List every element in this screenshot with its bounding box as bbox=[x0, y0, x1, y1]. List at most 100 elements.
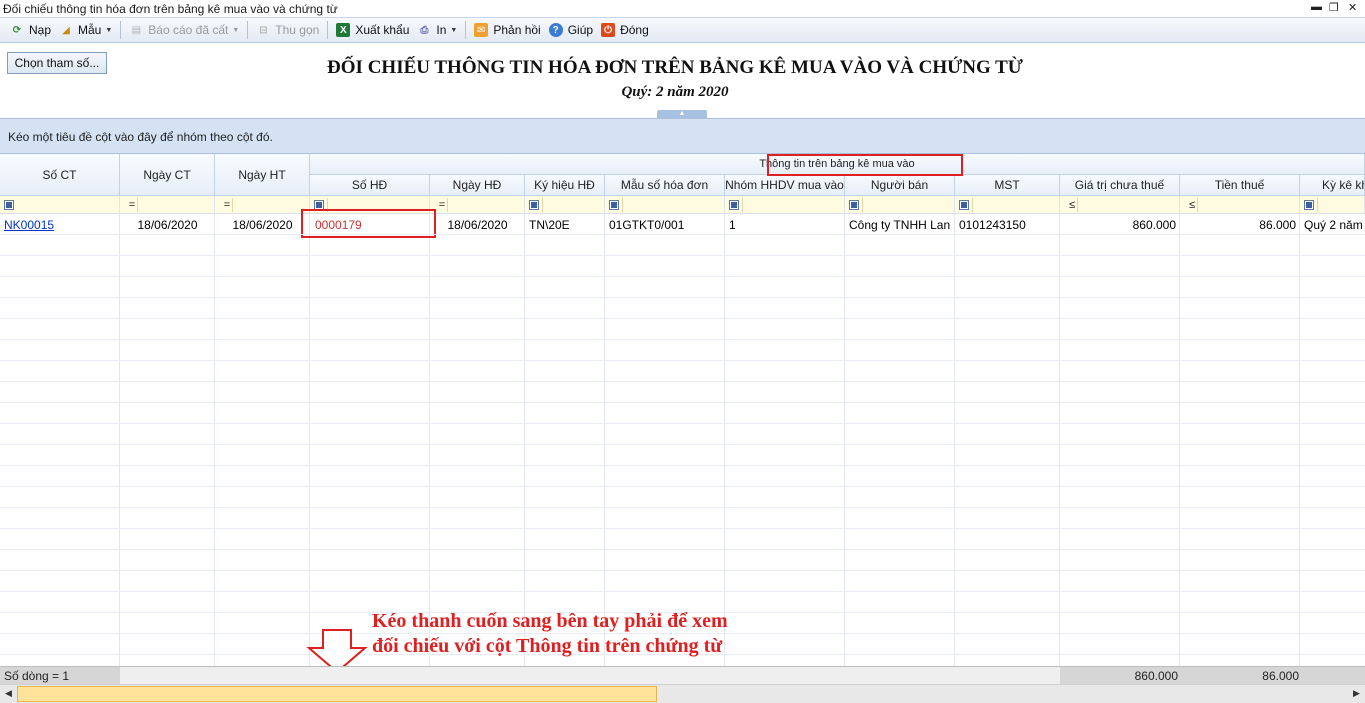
filter-mst[interactable] bbox=[955, 196, 1060, 214]
window-close-icon[interactable]: ✕ bbox=[1348, 1, 1357, 14]
filter-tien-thue[interactable]: ≤ bbox=[1180, 196, 1300, 214]
grid-row-line bbox=[0, 255, 1365, 256]
export-label: Xuất khẩu bbox=[355, 23, 410, 37]
collapse-label: Thu gọn bbox=[275, 23, 320, 37]
filter-divider bbox=[447, 198, 448, 212]
group-by-panel[interactable]: Kéo một tiêu đề cột vào đây để nhóm theo… bbox=[0, 118, 1365, 154]
col-header-so-hd[interactable]: Số HĐ bbox=[310, 175, 430, 196]
help-button[interactable]: ? Giúp bbox=[545, 20, 597, 40]
grid-col-line bbox=[1299, 214, 1300, 666]
help-label: Giúp bbox=[567, 23, 594, 37]
filter-divider bbox=[137, 198, 138, 212]
highlight-band-header bbox=[767, 154, 963, 176]
filter-box-icon bbox=[1304, 200, 1314, 210]
filter-ngay-ht[interactable]: = bbox=[215, 196, 310, 214]
col-header-ngay-ct[interactable]: Ngày CT bbox=[120, 154, 215, 196]
grid-row-line bbox=[0, 465, 1365, 466]
grid-row-line bbox=[0, 549, 1365, 550]
cell-nhom-hhdv: 1 bbox=[729, 217, 736, 232]
summary-footer: Số dòng = 1 860.000 86.000 bbox=[0, 666, 1365, 685]
template-button[interactable]: ◢ Mẫu ▼ bbox=[55, 20, 116, 40]
scroll-left-icon[interactable]: ◀ bbox=[5, 688, 12, 699]
data-grid: Số CT Ngày CT Ngày HT Thông tin trên bản… bbox=[0, 154, 1365, 666]
cell-ngay-hd: 18/06/2020 bbox=[447, 217, 508, 232]
col-header-ky-hieu-hd[interactable]: Ký hiệu HĐ bbox=[525, 175, 605, 196]
template-icon: ◢ bbox=[62, 24, 70, 36]
grid-row-line bbox=[0, 339, 1365, 340]
col-header-mau-so[interactable]: Mẫu số hóa đơn bbox=[605, 175, 725, 196]
toolbar-separator bbox=[327, 21, 329, 39]
col-header-ngay-ht[interactable]: Ngày HT bbox=[215, 154, 310, 196]
saved-report-button[interactable]: ▤ Báo cáo đã cất ▼ bbox=[125, 20, 243, 40]
grid-row-line bbox=[0, 423, 1365, 424]
grid-body: NK00015 18/06/2020 18/06/2020 0000179 18… bbox=[0, 209, 1365, 666]
reload-button[interactable]: ⟳ Nạp bbox=[6, 20, 55, 40]
filter-divider bbox=[1077, 198, 1078, 212]
cell-ky-hieu-hd: TN\20E bbox=[529, 217, 570, 232]
filter-ngay-ct[interactable]: = bbox=[120, 196, 215, 214]
col-header-so-ct[interactable]: Số CT bbox=[0, 154, 120, 196]
filter-divider bbox=[972, 198, 973, 212]
close-button[interactable]: ⏻ Đóng bbox=[597, 20, 653, 40]
filter-box-icon bbox=[529, 200, 539, 210]
col-header-nguoi-ban[interactable]: Người bán bbox=[845, 175, 955, 196]
grid-row-line bbox=[0, 318, 1365, 319]
filter-divider bbox=[542, 198, 543, 212]
grid-row-line bbox=[0, 528, 1365, 529]
cell-gia-tri: 860.000 bbox=[1132, 217, 1176, 232]
close-icon: ⏻ bbox=[601, 23, 616, 37]
col-header-ky-ke-khai[interactable]: Kỳ kê kh bbox=[1300, 175, 1365, 196]
table-row[interactable]: NK00015 18/06/2020 18/06/2020 0000179 18… bbox=[0, 214, 1365, 235]
cell-mau-so: 01GTKT0/001 bbox=[609, 217, 685, 232]
filter-ngay-hd[interactable]: = bbox=[430, 196, 525, 214]
filter-mau-so[interactable] bbox=[605, 196, 725, 214]
grid-col-line bbox=[214, 214, 215, 666]
filter-gia-tri[interactable]: ≤ bbox=[1060, 196, 1180, 214]
filter-so-ct[interactable] bbox=[0, 196, 120, 214]
reload-label: Nạp bbox=[29, 23, 52, 37]
mail-icon: ✉ bbox=[474, 23, 489, 37]
filter-box-icon bbox=[959, 200, 969, 210]
template-label: Mẫu bbox=[78, 23, 102, 37]
collapse-button[interactable]: ⊟ Thu gọn bbox=[252, 20, 323, 40]
grid-col-line bbox=[954, 214, 955, 666]
cell-nguoi-ban: Công ty TNHH Lan bbox=[849, 217, 951, 232]
print-label: In bbox=[436, 23, 447, 37]
cell-tien-thue: 86.000 bbox=[1259, 217, 1296, 232]
horizontal-scrollbar[interactable]: ◀ ▶ bbox=[0, 684, 1365, 703]
cell-so-ct[interactable]: NK00015 bbox=[0, 214, 120, 235]
grid-col-line bbox=[309, 214, 310, 666]
voucher-link[interactable]: NK00015 bbox=[4, 218, 54, 232]
collapse-header-toggle[interactable]: ▲ bbox=[657, 110, 707, 118]
col-header-mst[interactable]: MST bbox=[955, 175, 1060, 196]
scrollbar-thumb[interactable] bbox=[17, 686, 657, 702]
grid-row-line bbox=[0, 486, 1365, 487]
window-title: Đối chiếu thông tin hóa đơn trên bảng kê… bbox=[3, 1, 338, 16]
col-header-tien-thue[interactable]: Tiền thuế bbox=[1180, 175, 1300, 196]
grid-col-line bbox=[844, 214, 845, 666]
grid-col-line bbox=[524, 214, 525, 666]
report-subtitle: Quý: 2 năm 2020 bbox=[621, 84, 729, 100]
cell-ngay-ct: 18/06/2020 bbox=[137, 217, 198, 232]
toolbar: ⟳ Nạp ◢ Mẫu ▼ ▤ Báo cáo đã cất ▼ ⊟ Thu g… bbox=[0, 18, 1365, 43]
scroll-annotation: Kéo thanh cuốn sang bên tay phải để xem … bbox=[372, 609, 842, 659]
filter-ky-ke-khai[interactable] bbox=[1300, 196, 1365, 214]
export-button[interactable]: X Xuất khẩu bbox=[332, 20, 413, 40]
filter-ky-hieu-hd[interactable] bbox=[525, 196, 605, 214]
close-label: Đóng bbox=[620, 23, 649, 37]
col-header-nhom-hhdv[interactable]: Nhóm HHDV mua vào bbox=[725, 175, 845, 196]
filter-nhom-hhdv[interactable] bbox=[725, 196, 845, 214]
scroll-right-icon[interactable]: ▶ bbox=[1353, 688, 1360, 699]
grid-row-line bbox=[0, 381, 1365, 382]
print-button[interactable]: ⎙ In ▼ bbox=[413, 20, 461, 40]
col-header-gia-tri[interactable]: Giá trị chưa thuế bbox=[1060, 175, 1180, 196]
col-header-ngay-hd[interactable]: Ngày HĐ bbox=[430, 175, 525, 196]
feedback-button[interactable]: ✉ Phản hồi bbox=[470, 20, 544, 40]
filter-box-icon bbox=[609, 200, 619, 210]
restore-icon[interactable]: ❐ bbox=[1329, 1, 1339, 14]
print-icon: ⎙ bbox=[420, 24, 429, 36]
filter-divider bbox=[862, 198, 863, 212]
grid-row-line bbox=[0, 234, 1365, 235]
chevron-down-icon: ▼ bbox=[232, 26, 240, 34]
minimize-icon[interactable]: ▬ bbox=[1311, 1, 1322, 13]
